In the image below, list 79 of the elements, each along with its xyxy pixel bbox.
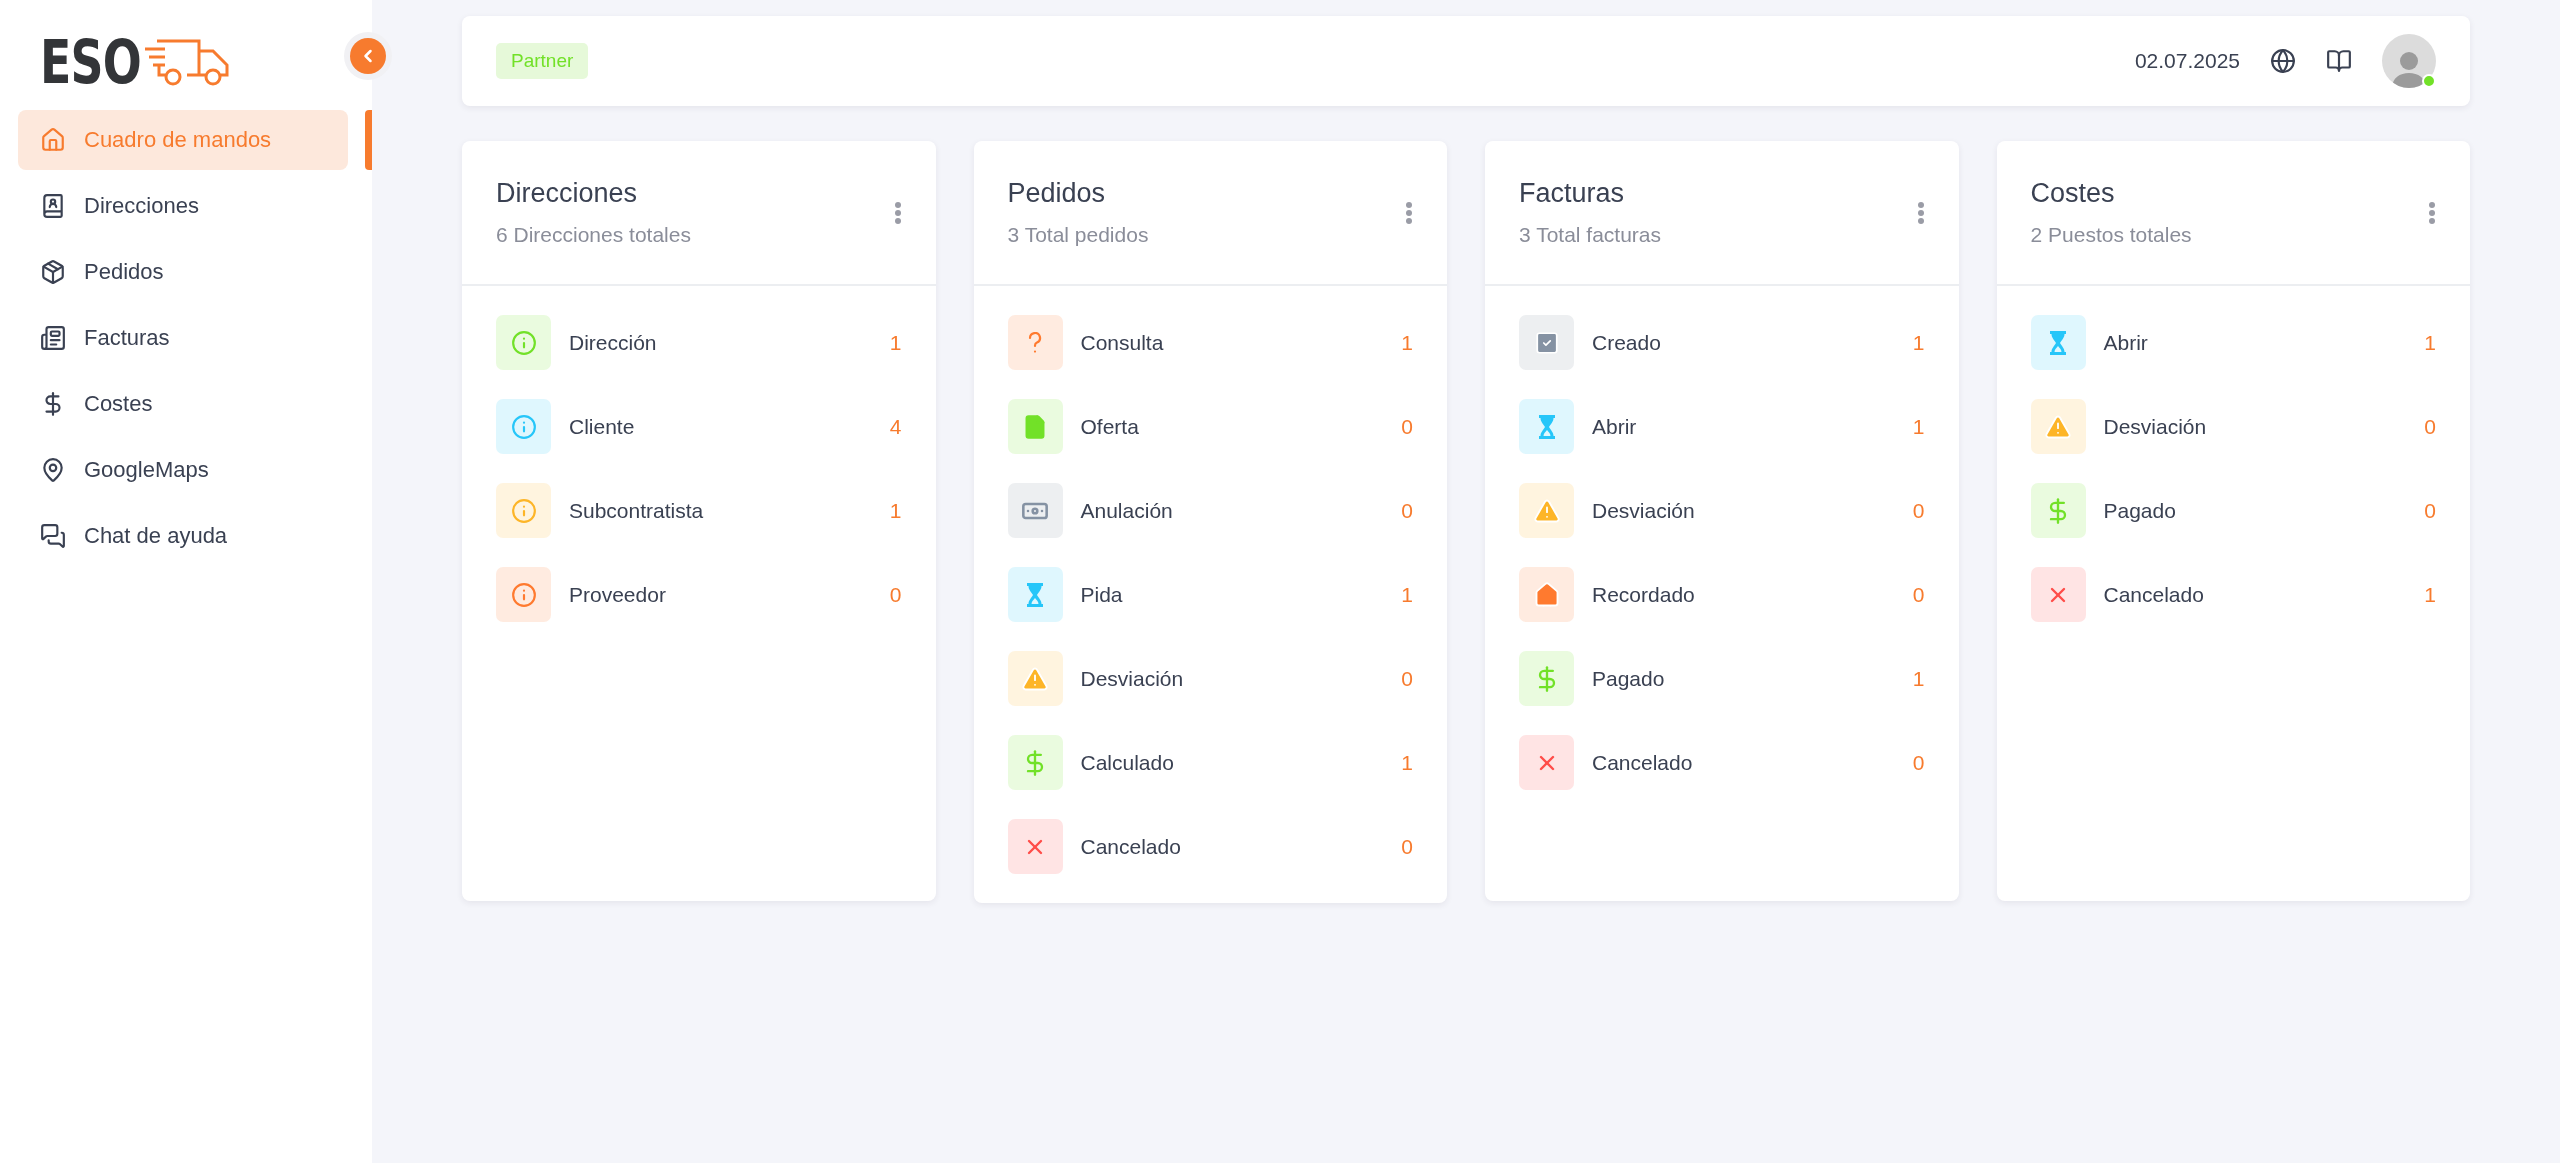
status-label: Oferta: [1080, 414, 1140, 439]
logo-text: ESO: [40, 32, 141, 92]
contact-book-icon: [40, 193, 66, 219]
book-icon: [2326, 48, 2352, 74]
status-label: Desviación: [2103, 414, 2208, 439]
status-count: 1: [1912, 330, 1925, 355]
user-avatar[interactable]: [2382, 34, 2436, 88]
document-icon: [40, 325, 66, 351]
nav-item[interactable]: Direcciones: [18, 176, 348, 236]
card-title: Costes: [2030, 178, 2116, 209]
home-icon: [40, 127, 66, 153]
status-label: Desviación: [1592, 498, 1696, 523]
status-label: Abrir: [1592, 414, 1638, 439]
nav-item[interactable]: Facturas: [18, 308, 348, 368]
more-options-button[interactable]: [2428, 200, 2436, 225]
status-count: 1: [2424, 582, 2436, 607]
status-count: 1: [2424, 330, 2436, 355]
status-count: 0: [889, 582, 902, 607]
more-options-button[interactable]: [1916, 200, 1925, 225]
active-indicator: [365, 110, 372, 170]
nav-item[interactable]: GoogleMaps: [18, 440, 348, 500]
card-subtitle: 3 Total facturas: [1519, 223, 1663, 247]
status-label: Subcontratista: [569, 498, 705, 523]
status-count: 1: [1401, 330, 1413, 355]
status-count: 0: [1401, 498, 1413, 523]
status-count: 1: [889, 330, 902, 355]
status-count: 1: [1912, 666, 1925, 691]
nav-item[interactable]: Pedidos: [18, 242, 348, 302]
status-label: Cliente: [569, 414, 636, 439]
status-label: Proveedor: [569, 582, 667, 607]
status-count: 0: [2424, 498, 2436, 523]
status-label: Creado: [1592, 330, 1662, 355]
box-icon: [40, 259, 66, 285]
card-subtitle: 6 Direcciones totales: [496, 223, 692, 247]
date-text: 02.07.2025: [2134, 49, 2240, 73]
status-count: 0: [1401, 666, 1413, 691]
status-label: Desviación: [1080, 666, 1185, 691]
status-count: 4: [889, 414, 902, 439]
more-options-button[interactable]: [893, 200, 902, 225]
status-label: Pagado: [2103, 498, 2177, 523]
status-count: 0: [1912, 498, 1925, 523]
status-label: Cancelado: [1080, 834, 1182, 859]
status-label: Calculado: [1080, 750, 1175, 775]
status-label: Pagado: [1592, 666, 1666, 691]
status-count: 1: [1401, 582, 1413, 607]
role-badge: Partner: [496, 43, 589, 79]
status-count: 1: [1912, 414, 1925, 439]
status-count: 0: [2424, 414, 2436, 439]
status-label: Recordado: [1592, 582, 1696, 607]
status-count: 0: [1912, 582, 1925, 607]
status-count: 1: [1401, 750, 1413, 775]
status-count: 1: [889, 498, 902, 523]
kebab-icon: [1405, 200, 1413, 225]
status-count: 0: [1401, 834, 1413, 859]
language-button[interactable]: [2270, 48, 2296, 74]
status-label: Consulta: [1080, 330, 1165, 355]
status-label: Cancelado: [2103, 582, 2205, 607]
nav-item[interactable]: Costes: [18, 374, 348, 434]
docs-button[interactable]: [2326, 48, 2352, 74]
chat-icon: [40, 523, 66, 549]
card-title: Facturas: [1519, 178, 1626, 209]
status-label: Pida: [1080, 582, 1124, 607]
status-label: Anulación: [1080, 498, 1174, 523]
card-subtitle: 2 Puestos totales: [2030, 223, 2193, 247]
map-pin-icon: [40, 457, 66, 483]
status-label: Abrir: [2103, 330, 2149, 355]
status-label: Cancelado: [1592, 750, 1694, 775]
kebab-icon: [893, 200, 902, 225]
nav-item[interactable]: Chat de ayuda: [18, 506, 348, 566]
kebab-icon: [2428, 200, 2436, 225]
kebab-icon: [1916, 200, 1925, 225]
more-options-button[interactable]: [1405, 200, 1413, 225]
status-label: Dirección: [569, 330, 658, 355]
globe-icon: [2270, 48, 2296, 74]
card-title: Direcciones: [496, 178, 639, 209]
card-subtitle: 3 Total pedidos: [1007, 223, 1150, 247]
card-title: Pedidos: [1007, 178, 1107, 209]
status-count: 0: [1912, 750, 1925, 775]
status-count: 0: [1401, 414, 1413, 439]
